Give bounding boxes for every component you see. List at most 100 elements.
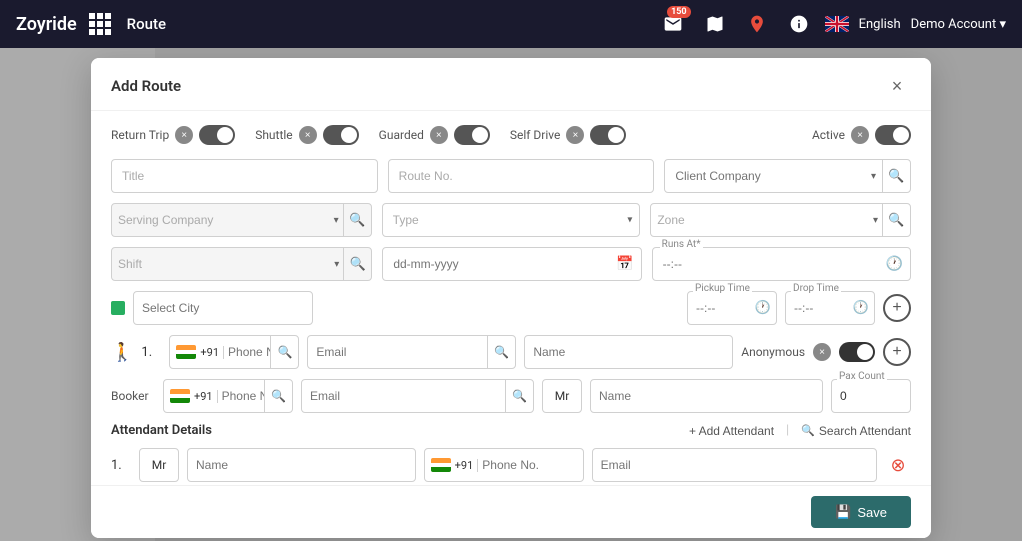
map-button[interactable] [699, 8, 731, 40]
zone-select[interactable]: Zone [651, 213, 869, 227]
booker-phone-wrapper: +91 🔍 [163, 379, 293, 413]
city-input[interactable] [134, 301, 312, 315]
anonymous-label: Anonymous [741, 345, 805, 359]
person-name-input[interactable] [525, 345, 732, 359]
main-area: Add Route × Return Trip × Shuttle × [0, 48, 1022, 541]
pax-count-input[interactable] [831, 379, 911, 413]
client-company-arrow-icon[interactable]: ▾ [865, 171, 882, 182]
booker-email-input[interactable] [302, 389, 505, 403]
serving-company-search-button[interactable]: 🔍 [343, 204, 371, 236]
attendant-email-wrapper [592, 448, 877, 482]
person-email-wrapper: 🔍 [307, 335, 516, 369]
account-dropdown[interactable]: Demo Account ▾ [911, 17, 1006, 32]
self-drive-toggle[interactable] [590, 125, 626, 145]
active-toggle[interactable] [875, 125, 911, 145]
grid-icon[interactable] [89, 13, 111, 35]
shift-arrow-icon: ▾ [330, 259, 343, 270]
client-company-search-button[interactable]: 🔍 [882, 160, 910, 192]
person-number: 1. [141, 345, 161, 360]
route-no-input[interactable] [388, 159, 655, 193]
self-drive-label: Self Drive [510, 128, 561, 142]
runs-at-wrapper: Runs At* 🕐 [652, 247, 911, 281]
city-indicator [111, 301, 125, 315]
attendant-actions: + Add Attendant | 🔍 Search Attendant [689, 423, 911, 438]
attendant-country-code: +91 [451, 459, 479, 472]
return-trip-toggle[interactable] [199, 125, 235, 145]
remove-attendant-button[interactable]: ⊗ [885, 452, 911, 478]
title-input[interactable] [111, 159, 378, 193]
type-wrapper: Type ▾ [382, 203, 641, 237]
location-button[interactable] [741, 8, 773, 40]
shuttle-toggle[interactable] [323, 125, 359, 145]
attendant-name-input[interactable] [188, 458, 415, 472]
attendant-number: 1. [111, 458, 131, 473]
return-trip-toggle-item: Return Trip × [111, 125, 235, 145]
booker-phone-input[interactable] [222, 389, 264, 403]
zone-wrapper: Zone ▾ 🔍 [650, 203, 911, 237]
navbar-right: 150 English Demo Account ▾ [657, 8, 1006, 40]
person-row: 🚶 1. +91 🔍 🔍 [111, 335, 911, 369]
anonymous-toggle[interactable] [839, 342, 875, 362]
add-person-button[interactable]: + [883, 338, 911, 366]
drop-clock-icon: 🕐 [853, 301, 869, 316]
pax-count-wrapper: Pax Count [831, 379, 911, 413]
client-company-input[interactable] [665, 169, 865, 183]
pickup-drop-time-wrapper: Pickup Time 🕐 Drop Time 🕐 + [687, 291, 911, 325]
shuttle-x-button[interactable]: × [299, 126, 317, 144]
close-button[interactable]: × [883, 72, 911, 100]
modal-title: Add Route [111, 77, 181, 95]
info-button[interactable] [783, 8, 815, 40]
add-stop-button[interactable]: + [883, 294, 911, 322]
running-days-input[interactable] [382, 247, 641, 281]
drop-time-label: Drop Time [791, 283, 841, 294]
booker-email-search-button[interactable]: 🔍 [505, 380, 533, 412]
guarded-toggle[interactable] [454, 125, 490, 145]
pax-count-label: Pax Count [837, 371, 887, 382]
toggle-row: Return Trip × Shuttle × Guarded × [111, 125, 911, 145]
type-select[interactable]: Type [382, 203, 641, 237]
anonymous-x-button[interactable]: × [813, 343, 831, 361]
attendant-row: 1. Mr +91 ⊗ [111, 448, 911, 482]
person-icon: 🚶 [111, 342, 133, 363]
attendant-india-flag-icon [431, 458, 451, 472]
search-attendant-button[interactable]: 🔍 Search Attendant [801, 424, 911, 438]
attendant-phone-input[interactable] [482, 458, 582, 472]
return-trip-x-button[interactable]: × [175, 126, 193, 144]
serving-company-select[interactable]: Serving Company [112, 213, 330, 227]
person-phone-input[interactable] [228, 345, 270, 359]
running-days-wrapper: 📅 [382, 247, 641, 281]
self-drive-x-button[interactable]: × [566, 126, 584, 144]
language-label[interactable]: English [859, 17, 901, 32]
active-x-button[interactable]: × [851, 126, 869, 144]
self-drive-toggle-item: Self Drive × [510, 125, 627, 145]
attendant-mr-prefix: Mr [139, 448, 179, 482]
zone-arrow-icon: ▾ [869, 215, 882, 226]
save-button[interactable]: 💾 Save [811, 496, 911, 528]
pickup-time-field: Pickup Time 🕐 [687, 291, 777, 325]
booker-name-input[interactable] [591, 389, 822, 403]
booker-mr-prefix: Mr [542, 379, 582, 413]
notifications-button[interactable]: 150 [657, 8, 689, 40]
person-email-search-button[interactable]: 🔍 [487, 336, 515, 368]
person-phone-search-button[interactable]: 🔍 [270, 336, 298, 368]
zone-search-button[interactable]: 🔍 [882, 204, 910, 236]
add-attendant-button[interactable]: + Add Attendant [689, 424, 774, 438]
guarded-x-button[interactable]: × [430, 126, 448, 144]
serving-company-wrapper: Serving Company ▾ 🔍 [111, 203, 372, 237]
shift-select[interactable]: Shift [112, 257, 330, 271]
language-flag [825, 16, 849, 32]
actions-divider: | [786, 423, 789, 438]
booker-name-wrapper [590, 379, 823, 413]
guarded-toggle-item: Guarded × [379, 125, 490, 145]
modal-body: Return Trip × Shuttle × Guarded × [91, 111, 931, 521]
clock-icon: 🕐 [886, 256, 903, 272]
booker-email-wrapper: 🔍 [301, 379, 534, 413]
person-email-input[interactable] [308, 345, 487, 359]
shuttle-toggle-item: Shuttle × [255, 125, 358, 145]
row-3: Shift ▾ 🔍 📅 Runs At* 🕐 [111, 247, 911, 281]
attendant-email-input[interactable] [593, 458, 876, 472]
runs-at-input[interactable] [652, 247, 911, 281]
booker-phone-search-button[interactable]: 🔍 [264, 380, 292, 412]
shift-search-button[interactable]: 🔍 [343, 248, 371, 280]
active-label: Active [812, 128, 845, 142]
